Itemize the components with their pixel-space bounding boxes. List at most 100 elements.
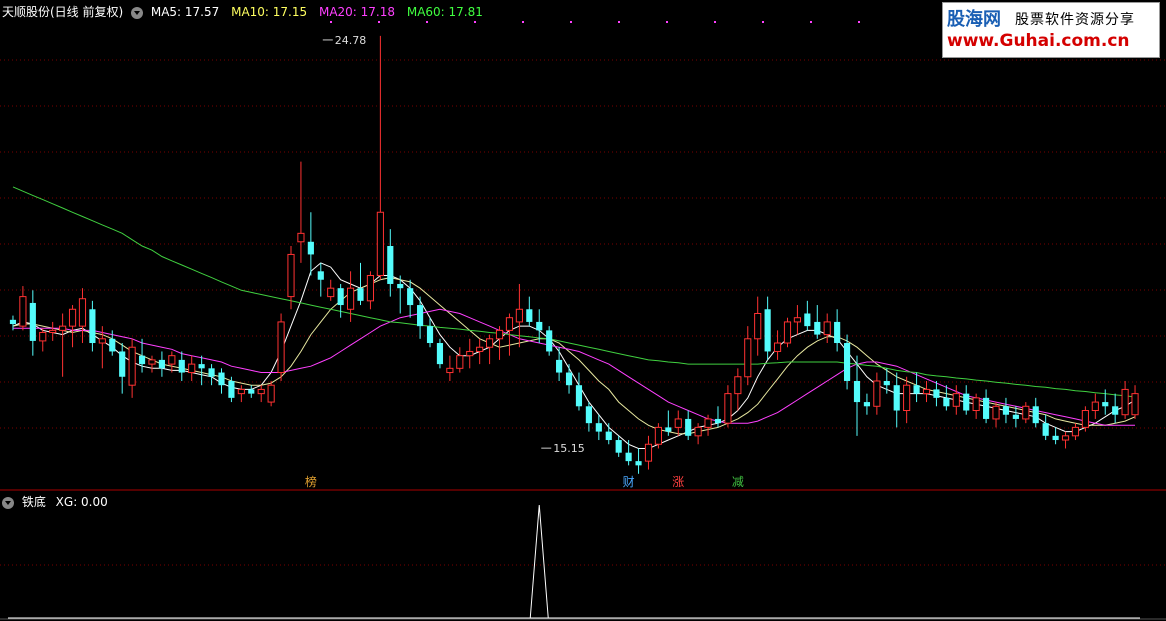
candle-body — [773, 342, 782, 352]
candle-body — [526, 309, 533, 322]
candle — [337, 283, 344, 318]
candle — [1121, 380, 1129, 419]
candle-body — [724, 393, 732, 424]
candle — [1071, 423, 1080, 441]
candle — [685, 410, 692, 441]
candle — [248, 385, 255, 398]
main-header: 天顺股份(日线 前复权) MA5: 17.57 MA10: 17.15 MA20… — [2, 3, 483, 20]
candle — [635, 448, 642, 474]
candle — [119, 343, 126, 394]
candle-body — [1121, 388, 1129, 416]
candle-body — [704, 418, 712, 428]
candle — [287, 246, 295, 310]
candle — [546, 326, 553, 356]
candle-body — [188, 363, 196, 374]
candle-body — [29, 302, 36, 341]
candle-body — [1071, 426, 1080, 437]
candle-body — [933, 389, 940, 398]
top-dot — [618, 21, 620, 23]
candle — [29, 290, 36, 356]
candle-body — [665, 427, 672, 432]
candle-body — [436, 343, 444, 365]
candle-body — [78, 298, 87, 327]
candle-body — [98, 338, 106, 344]
candle-body — [366, 275, 375, 302]
candle-body — [843, 343, 851, 381]
candle — [49, 321, 57, 341]
top-dot — [330, 21, 332, 23]
candle — [773, 330, 782, 360]
sub-header: 铁底 XG: 0.00 — [2, 493, 108, 510]
candle-body — [476, 346, 484, 352]
candle — [585, 402, 592, 432]
candle — [873, 372, 881, 415]
candle — [317, 262, 324, 297]
candle-body — [764, 309, 771, 352]
candle-body — [1061, 435, 1070, 441]
candle — [257, 385, 265, 403]
candle-body — [49, 329, 57, 333]
candle — [595, 414, 602, 441]
candle — [456, 347, 464, 373]
dropdown-icon[interactable] — [2, 496, 14, 509]
candle-body — [128, 346, 136, 386]
candle-body — [228, 380, 235, 398]
top-dot — [378, 21, 380, 23]
candle — [674, 410, 682, 436]
candle-body — [297, 232, 305, 243]
candle-body — [963, 393, 970, 411]
top-dot — [762, 21, 764, 23]
candle — [366, 271, 375, 310]
candle-body — [1112, 406, 1119, 415]
grid-lines — [0, 21, 1166, 566]
candle — [19, 286, 27, 331]
candle — [1112, 393, 1119, 424]
candle — [1081, 406, 1089, 432]
event-markers: 榜财涨减 — [305, 474, 744, 489]
candle-body — [466, 350, 474, 357]
candle-body — [327, 287, 335, 298]
candle — [1131, 385, 1139, 419]
candle — [943, 385, 950, 411]
candle-body — [853, 380, 861, 403]
candle-body — [565, 372, 573, 386]
candle-body — [138, 355, 146, 365]
candle — [198, 355, 205, 386]
candle-body — [1052, 435, 1059, 441]
candle-body — [783, 321, 792, 344]
candle — [963, 385, 970, 415]
candle-body — [893, 385, 900, 411]
event-marker: 榜 — [305, 474, 317, 489]
candle-body — [834, 321, 841, 344]
candle-body — [903, 384, 911, 412]
candle — [237, 385, 245, 403]
stock-label: 天顺股份(日线 前复权) — [2, 5, 124, 19]
candle-body — [317, 271, 324, 280]
candle-body — [307, 241, 314, 255]
candle — [158, 351, 165, 377]
candle — [983, 389, 990, 424]
candle-body — [347, 287, 355, 310]
candle — [565, 364, 573, 394]
candle-body — [863, 402, 871, 407]
candle-body — [922, 388, 931, 395]
candle — [625, 440, 632, 466]
candle-body — [674, 418, 682, 428]
candle — [1052, 427, 1059, 445]
candle-body — [804, 313, 811, 327]
high-price-label: 24.78 — [335, 34, 367, 47]
candle-body — [943, 397, 950, 407]
candle — [68, 305, 77, 348]
candle — [972, 393, 980, 419]
candle-body — [9, 319, 17, 325]
candle — [952, 385, 960, 415]
watermark-url: www.Guhai.com.cn — [947, 31, 1130, 51]
candle-body — [714, 418, 722, 424]
candle — [893, 372, 900, 428]
candle-body — [515, 308, 523, 323]
indicator-series — [8, 504, 1140, 619]
dropdown-icon[interactable] — [131, 6, 144, 19]
top-dot — [858, 21, 860, 23]
candle — [307, 212, 314, 276]
candle-body — [1012, 414, 1019, 419]
